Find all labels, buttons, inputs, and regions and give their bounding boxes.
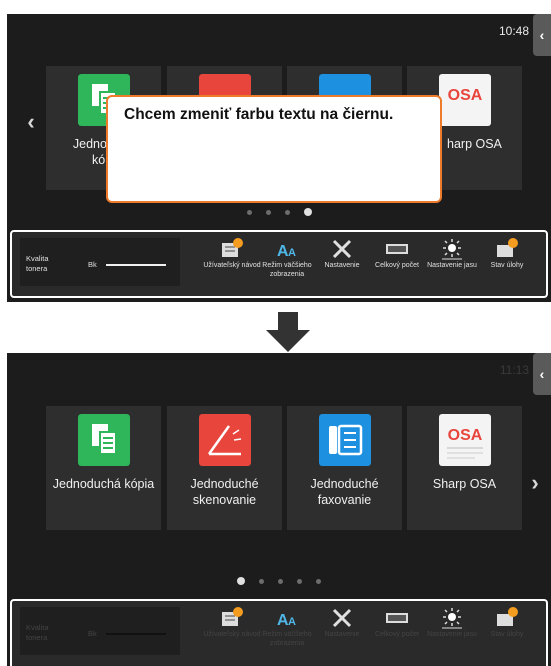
fax-icon xyxy=(319,414,371,466)
page-dot-active[interactable] xyxy=(303,208,312,216)
shortcut-job-status[interactable]: Stav úlohy xyxy=(479,607,535,659)
page-dot[interactable] xyxy=(265,209,271,215)
tile-simple-fax[interactable]: Jednoduché faxovanie xyxy=(287,406,402,530)
shortcut-brightness[interactable]: Nastavenie jasu xyxy=(424,238,480,290)
tile-label: Jednoduché faxovanie xyxy=(310,477,379,507)
brightness-icon xyxy=(442,608,462,629)
tile-label: Jednoduchá kópia xyxy=(52,477,155,491)
job-status-icon xyxy=(497,238,518,257)
page-indicator xyxy=(7,577,551,585)
manual-icon xyxy=(222,607,243,626)
shortcut-user-manual[interactable]: Užívateľský návod xyxy=(203,238,261,290)
chevron-left-icon: ‹ xyxy=(27,109,35,134)
toner-level-widget: Kvalita tonera Bk xyxy=(20,238,180,286)
prev-page-arrow[interactable]: ‹ xyxy=(21,107,41,137)
shortcut-large-text-mode[interactable]: A A Režim väčšieho zobrazenia xyxy=(259,607,315,659)
shortcut-total-count[interactable]: Celkový počet xyxy=(369,607,425,659)
bottom-screen: 11:13 ‹ › Jednoduchá kópia Jednoduché sk… xyxy=(7,353,551,666)
settings-tools-icon xyxy=(332,239,352,259)
arrow-down-icon xyxy=(266,312,310,352)
tile-sharp-osa[interactable]: OSA Sharp OSA xyxy=(407,406,522,530)
tile-label: Sharp OSA xyxy=(432,477,497,491)
shortcut-settings[interactable]: Nastavenie xyxy=(314,607,370,659)
large-text-icon: A A xyxy=(277,243,296,260)
tile-simple-copy[interactable]: Jednoduchá kópia xyxy=(46,406,161,530)
bottom-shortcut-bar: Kvalita tonera Bk Užívateľský návod A A … xyxy=(10,230,548,298)
shortcut-settings[interactable]: Nastavenie xyxy=(314,238,370,290)
page-dot[interactable] xyxy=(246,209,252,215)
page-dot[interactable] xyxy=(297,578,302,584)
page-dot[interactable] xyxy=(278,578,283,584)
scan-icon xyxy=(199,414,251,466)
shortcut-job-status[interactable]: Stav úlohy xyxy=(479,238,535,290)
job-status-icon xyxy=(497,607,518,626)
page-indicator xyxy=(7,208,551,216)
page-dot-active[interactable] xyxy=(237,577,245,585)
page-dot[interactable] xyxy=(316,578,321,584)
counter-icon xyxy=(386,244,408,254)
svg-text:OSA: OSA xyxy=(448,87,483,104)
osa-icon: OSA xyxy=(439,414,491,466)
large-text-icon: A A xyxy=(277,612,296,629)
chevron-right-icon: › xyxy=(531,470,539,495)
toner-label: Kvalita tonera xyxy=(26,623,49,642)
toner-label: Kvalita tonera xyxy=(26,254,49,273)
side-panel-toggle[interactable]: ‹ xyxy=(533,14,551,56)
svg-text:OSA: OSA xyxy=(448,427,483,444)
bottom-shortcut-bar: Kvalita tonera Bk Užívateľský návod A A … xyxy=(10,599,548,666)
clock: 11:13 xyxy=(499,363,529,377)
chevron-left-icon: ‹ xyxy=(539,27,545,43)
settings-tools-icon xyxy=(332,608,352,628)
side-panel-toggle[interactable]: ‹ xyxy=(533,353,551,395)
manual-icon xyxy=(222,238,243,257)
next-page-arrow[interactable]: › xyxy=(525,468,545,498)
counter-icon xyxy=(386,613,408,623)
copy-icon xyxy=(78,414,130,466)
svg-text:A: A xyxy=(288,247,296,259)
clock: 10:48 xyxy=(498,24,529,38)
shortcut-total-count[interactable]: Celkový počet xyxy=(369,238,425,290)
toner-level-widget: Kvalita tonera Bk xyxy=(20,607,180,655)
osa-icon: OSA xyxy=(439,74,491,126)
shortcut-large-text-mode[interactable]: A A Režim väčšieho zobrazenia xyxy=(259,238,315,290)
callout-text: Chcem zmeniť farbu textu na čiernu. xyxy=(124,106,394,123)
toner-level-bar xyxy=(106,633,166,635)
tile-label-sharp-osa: harp OSA xyxy=(447,137,502,151)
tile-label: Jednoduché skenovanie xyxy=(190,477,259,507)
shortcut-label: Stav úlohy xyxy=(490,631,524,638)
page-dot[interactable] xyxy=(284,209,290,215)
instruction-callout: Chcem zmeniť farbu textu na čiernu. xyxy=(106,95,442,203)
shortcut-brightness[interactable]: Nastavenie jasu xyxy=(424,607,480,659)
tile-simple-scan[interactable]: Jednoduché skenovanie xyxy=(167,406,282,530)
svg-text:A: A xyxy=(288,616,296,628)
shortcut-user-manual[interactable]: Užívateľský návod xyxy=(203,607,261,659)
toner-level-bar xyxy=(106,264,166,266)
toner-color-label: Bk xyxy=(88,260,97,269)
chevron-left-icon: ‹ xyxy=(539,366,545,382)
page-dot[interactable] xyxy=(259,578,264,584)
shortcut-label: Stav úlohy xyxy=(490,262,524,269)
toner-color-label: Bk xyxy=(88,629,97,638)
brightness-icon xyxy=(442,239,462,260)
